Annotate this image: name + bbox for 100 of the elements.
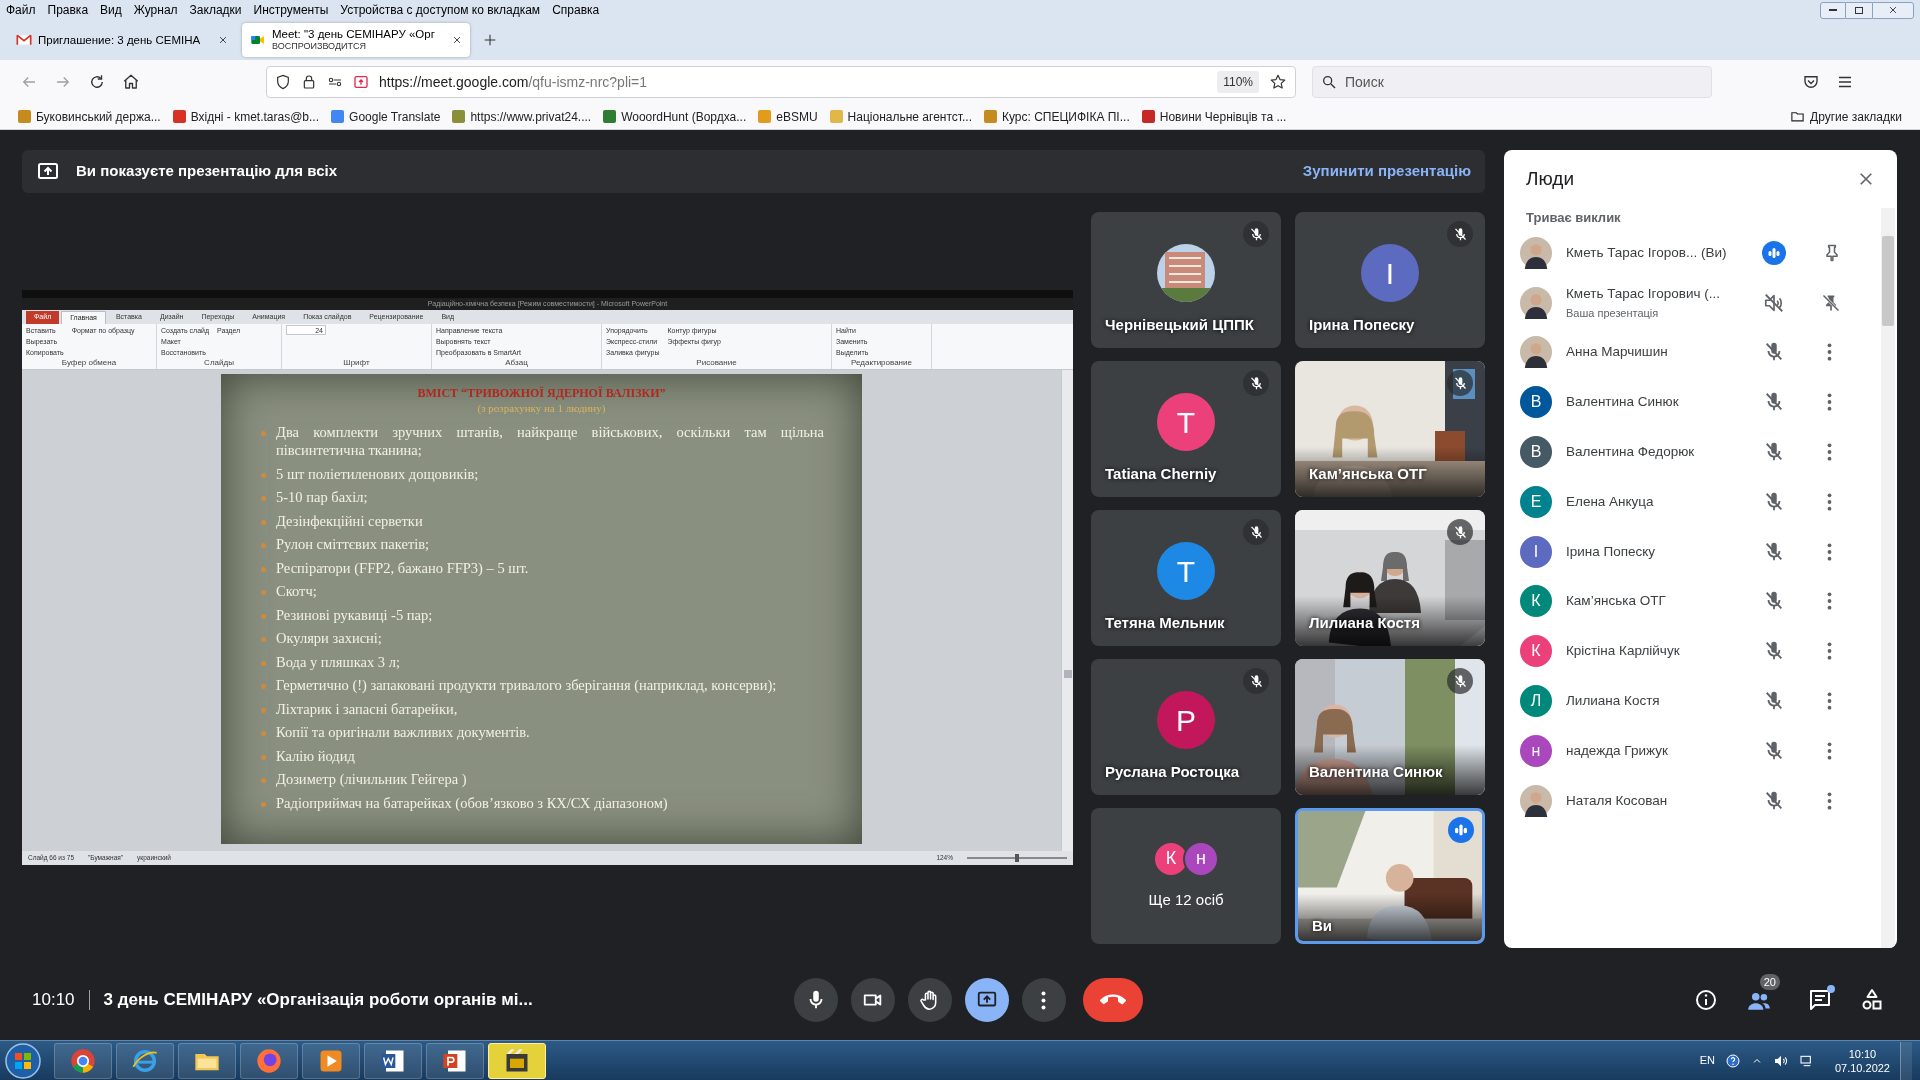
close-icon[interactable] <box>218 35 228 45</box>
participant-row[interactable]: Кметь Тарас Ігоров... (Ви) <box>1520 228 1881 278</box>
participant-tile[interactable]: К н Ще 12 осіб <box>1091 808 1281 944</box>
bullet-text: Калію йодид <box>276 746 355 766</box>
browser-tab[interactable]: Meet: "3 день СЕМІНАРУ «Орг ВОСПРОИЗВОДИТСЯ <box>242 23 470 57</box>
search-icon <box>1321 74 1337 90</box>
bookmark[interactable]: Вхідні - kmet.taras@b... <box>172 107 320 126</box>
bookmark[interactable]: Курс: СПЕЦИФІКА ПІ... <box>983 107 1130 126</box>
participant-row[interactable]: В Валентина Синюк <box>1520 377 1881 428</box>
more-options-icon[interactable] <box>1827 393 1832 412</box>
close-icon[interactable] <box>1857 170 1875 188</box>
show-desktop-button[interactable] <box>1900 1041 1912 1080</box>
more-options-icon[interactable] <box>1827 443 1832 462</box>
menu-item[interactable]: Вид <box>100 1 122 19</box>
unpin-icon[interactable] <box>1821 292 1841 313</box>
language-indicator[interactable]: EN <box>1699 1052 1715 1069</box>
participant-row[interactable]: Кметь Тарас Ігорович (... Ваша презентація <box>1520 277 1881 328</box>
end-call-button[interactable] <box>1082 978 1143 1022</box>
participant-tile[interactable]: Кам’янська ОТГ <box>1295 361 1485 497</box>
more-options-icon[interactable] <box>1827 492 1832 511</box>
bookmark[interactable]: eBSMU <box>758 107 818 126</box>
more-options-icon[interactable] <box>1827 592 1832 611</box>
bookmark[interactable]: Буковинський держа... <box>18 107 161 126</box>
avatar <box>1520 336 1552 369</box>
menu-item[interactable]: Устройства с доступом ко вкладкам <box>340 1 541 19</box>
screen-share-icon[interactable] <box>353 74 369 90</box>
new-tab-icon[interactable] <box>482 32 498 48</box>
menu-item[interactable]: Правка <box>47 1 89 19</box>
participant-tile[interactable]: Т Тетяна Мельник <box>1091 510 1281 646</box>
minimize-button[interactable] <box>1820 1 1846 19</box>
mic-off-icon <box>1248 673 1264 689</box>
bullet-text: Ліхтарик і запасні батарейки, <box>276 699 458 719</box>
raise-hand-button[interactable] <box>907 978 952 1022</box>
avatar <box>1520 784 1552 817</box>
participant-tile[interactable]: Ви <box>1295 808 1485 944</box>
more-options-icon[interactable] <box>1827 542 1832 561</box>
bookmark[interactable]: https://www.privat24.... <box>452 107 592 126</box>
present-button[interactable] <box>964 978 1009 1022</box>
camera-button[interactable] <box>850 978 895 1022</box>
participant-row[interactable]: К Крістіна Карлійчук <box>1520 626 1881 677</box>
taskbar-button[interactable] <box>488 1042 546 1079</box>
bookmark[interactable]: WooordHunt (Вордха... <box>603 107 747 126</box>
participant-tile[interactable]: T Tatiana Cherniy <box>1091 361 1281 497</box>
participant-row[interactable]: Анна Марчишин <box>1520 327 1881 378</box>
start-button[interactable] <box>4 1041 42 1080</box>
participant-name: Анна Марчишин <box>1566 343 1669 362</box>
participant-row[interactable]: К Кам’янська ОТГ <box>1520 576 1881 627</box>
participant-row[interactable]: Наталя Косован <box>1520 775 1881 826</box>
menu-item[interactable]: Справка <box>552 1 600 19</box>
close-icon[interactable] <box>452 35 462 45</box>
search-field[interactable]: Поиск <box>1312 66 1712 98</box>
participant-row[interactable]: В Валентина Федорюк <box>1520 427 1881 477</box>
home-icon[interactable] <box>122 73 140 91</box>
reload-icon[interactable] <box>88 73 106 91</box>
bookmark[interactable]: Google Translate <box>331 107 441 126</box>
participant-row[interactable]: н надежда Грижук <box>1520 725 1881 776</box>
participant-tile[interactable]: І Ірина Попеску <box>1295 212 1485 348</box>
other-bookmarks[interactable]: Другие закладки <box>1790 107 1902 126</box>
menu-item[interactable]: Журнал <box>133 1 178 19</box>
participant-name: Тетяна Мельник <box>1105 612 1225 633</box>
participant-name: Наталя Косован <box>1566 791 1669 810</box>
zoom-slider-thumb[interactable] <box>1015 854 1019 862</box>
menu-item[interactable]: Файл <box>6 1 36 19</box>
participant-row[interactable]: Л Лилиана Костя <box>1520 676 1881 726</box>
info-icon[interactable] <box>1694 988 1718 1012</box>
participant-tile[interactable]: Чернівецький ЦППК <box>1091 212 1281 348</box>
participant-tile[interactable]: Валентина Синюк <box>1295 659 1485 795</box>
pocket-icon[interactable] <box>1802 73 1820 91</box>
browser-tab[interactable]: Приглашение: 3 день СЕМІНА <box>8 23 236 57</box>
activities-icon[interactable] <box>1860 988 1884 1012</box>
bookmark[interactable]: Національне агентст... <box>829 107 972 126</box>
scrollbar[interactable] <box>1061 370 1073 851</box>
microphone-button[interactable] <box>793 978 838 1022</box>
shield-icon[interactable] <box>275 74 291 90</box>
more-options-icon[interactable] <box>1827 692 1832 711</box>
stop-presenting-link[interactable]: Зупинити презентацію <box>1302 160 1471 183</box>
menu-item[interactable]: Закладки <box>189 1 242 19</box>
zoom-indicator[interactable]: 110% <box>1217 71 1259 93</box>
chat-icon <box>1808 988 1832 1012</box>
chat-button[interactable] <box>1808 988 1832 1012</box>
more-options-icon[interactable] <box>1827 642 1832 661</box>
tab-status: ВОСПРОИЗВОДИТСЯ <box>272 40 367 52</box>
lock-icon[interactable] <box>301 74 317 90</box>
more-options-icon[interactable] <box>1827 741 1832 760</box>
participant-tile[interactable]: Р Руслана Ростоцка <box>1091 659 1281 795</box>
bullet-text: Радіоприймач на батарейках (обов’язково з КХ/СХ діапазоном) <box>276 793 668 813</box>
bookmark-star-icon[interactable] <box>1269 73 1287 91</box>
help-icon[interactable] <box>1724 1052 1741 1069</box>
participant-row[interactable]: Е Елена Анкуца <box>1520 477 1881 527</box>
more-options-icon[interactable] <box>1827 791 1832 810</box>
menu-item[interactable]: Инструменты <box>253 1 329 19</box>
more-options-button[interactable] <box>1021 978 1066 1022</box>
more-options-icon[interactable] <box>1827 343 1832 362</box>
address-bar[interactable]: https://meet.google.com/qfu-ismz-nrc?pli=1 110% <box>266 66 1296 98</box>
maximize-button[interactable] <box>1846 1 1872 19</box>
bookmark[interactable]: Новини Чернівців та ... <box>1141 107 1287 126</box>
people-button[interactable]: 20 <box>1746 974 1780 1014</box>
participant-row[interactable]: І Ірина Попеску <box>1520 526 1881 577</box>
scrollbar[interactable] <box>1881 208 1895 948</box>
avatar: н <box>1183 840 1219 877</box>
